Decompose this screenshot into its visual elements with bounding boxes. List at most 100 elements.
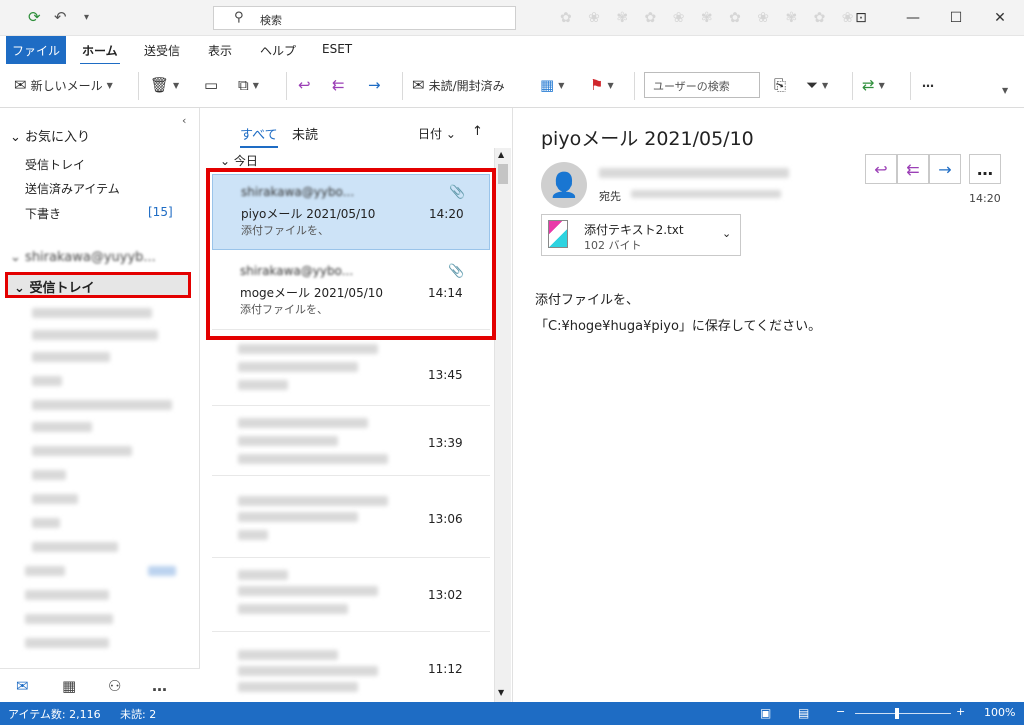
chevron-down-icon: ▼: [1002, 86, 1009, 95]
redacted-folder[interactable]: [25, 566, 65, 576]
search-input[interactable]: ⚲ 検索: [213, 6, 516, 30]
more-apps-icon[interactable]: …: [152, 677, 167, 695]
redacted-folder[interactable]: [32, 422, 92, 432]
message-item[interactable]: 13:06: [212, 488, 490, 558]
redacted-sender[interactable]: [599, 168, 789, 178]
drafts-count: [15]: [148, 205, 173, 219]
collapse-pane-icon[interactable]: ‹: [182, 114, 186, 127]
message-list-scrollbar[interactable]: ▲ ▼: [494, 148, 511, 702]
collapse-ribbon-button[interactable]: ▼: [1002, 86, 1008, 95]
sync-icon[interactable]: ⟳: [28, 8, 41, 26]
redacted-count: [148, 566, 176, 576]
sort-by-date[interactable]: 日付 ⌄: [418, 125, 456, 142]
zoom-in-icon[interactable]: +: [956, 705, 965, 718]
tab-unread[interactable]: 未読: [292, 124, 318, 143]
more-commands-button[interactable]: …: [922, 76, 934, 90]
reply-all-button[interactable]: ⇇: [332, 76, 345, 94]
categorize-button[interactable]: ▦ ▼: [540, 76, 564, 94]
redacted-text: [238, 650, 338, 660]
tab-view[interactable]: 表示: [206, 42, 234, 59]
maximize-button[interactable]: ☐: [936, 0, 976, 36]
redacted-folder[interactable]: [25, 638, 109, 648]
user-search-input[interactable]: ユーザーの検索: [644, 72, 760, 98]
redacted-folder[interactable]: [25, 614, 113, 624]
quick-access-dropdown-icon[interactable]: ▾: [84, 12, 89, 23]
title-bar: ⟳ ↶ ▾ ⚲ 検索 ✿ ❀ ✾ ✿ ❀ ✾ ✿ ❀ ✾ ✿ ❀ ⊡ — ☐ ✕: [0, 0, 1024, 36]
reply-icon: ↩: [874, 159, 888, 179]
sidebar-item-drafts[interactable]: 下書き: [25, 205, 61, 222]
message-item[interactable]: 13:02: [212, 562, 490, 632]
scroll-thumb[interactable]: [498, 164, 508, 184]
redacted-folder[interactable]: [32, 400, 172, 410]
close-button[interactable]: ✕: [980, 0, 1020, 36]
highlight-box: [206, 168, 496, 340]
message-time: 14:20: [969, 192, 1001, 205]
chevron-down-icon: ⌄: [10, 130, 21, 145]
minimize-button[interactable]: —: [893, 0, 933, 36]
sort-direction-icon[interactable]: ↑: [472, 124, 483, 139]
account-header[interactable]: ⌄ shirakawa@yuyyb...: [10, 250, 156, 265]
zoom-slider[interactable]: [855, 713, 951, 714]
sidebar-item-sent[interactable]: 送信済みアイテム: [25, 180, 120, 197]
tab-eset[interactable]: ESET: [320, 42, 354, 56]
archive-button[interactable]: ▭: [204, 76, 218, 94]
scroll-up-icon[interactable]: ▲: [498, 150, 504, 159]
redacted-folder[interactable]: [32, 446, 132, 456]
favorites-header[interactable]: ⌄ お気に入り: [10, 126, 90, 145]
redacted-folder[interactable]: [32, 470, 66, 480]
zoom-out-icon[interactable]: −: [836, 705, 845, 718]
reply-all-button[interactable]: ⇇: [897, 154, 929, 184]
normal-view-icon[interactable]: ▣: [760, 706, 771, 720]
people-icon[interactable]: ⚇: [108, 677, 121, 695]
delete-button[interactable]: 🗑 ▼: [150, 76, 179, 94]
chevron-down-icon[interactable]: ⌄: [722, 227, 731, 240]
address-book-button[interactable]: ⎘: [774, 76, 786, 94]
sidebar-item-inbox[interactable]: 受信トレイ: [25, 156, 85, 173]
calendar-icon[interactable]: ▦: [62, 677, 76, 695]
redacted-folder[interactable]: [25, 590, 109, 600]
flag-icon: ⚑: [590, 76, 604, 94]
redacted-text: [238, 344, 378, 354]
redacted-folder[interactable]: [32, 494, 78, 504]
undo-icon[interactable]: ↶: [54, 8, 67, 26]
redacted-folder[interactable]: [32, 352, 110, 362]
redacted-folder[interactable]: [32, 542, 118, 552]
message-item[interactable]: 13:39: [212, 406, 490, 476]
tab-help[interactable]: ヘルプ: [258, 42, 298, 59]
translate-icon: ⇄: [862, 76, 875, 94]
unread-read-button[interactable]: ✉ 未読/開封済み: [412, 76, 505, 94]
move-button[interactable]: ⧉ ▼: [238, 76, 259, 94]
filter-button[interactable]: ⏷ ▼: [806, 76, 828, 94]
message-item[interactable]: 13:45: [212, 336, 490, 406]
translate-button[interactable]: ⇄ ▼: [862, 76, 885, 94]
reply-button[interactable]: ↩: [865, 154, 897, 184]
ribbon-display-options-icon[interactable]: ⊡: [841, 0, 881, 36]
new-mail-button[interactable]: ✉ 新しいメール ▼: [14, 76, 113, 94]
ribbon: ✉ 新しいメール ▼ 🗑 ▼ ▭ ⧉ ▼ ↩ ⇇ → ✉ 未読/開封済み ▦ ▼…: [0, 64, 1024, 108]
chevron-down-icon: ⌄: [10, 250, 21, 265]
mail-icon[interactable]: ✉: [16, 677, 29, 695]
tab-file[interactable]: ファイル: [6, 36, 66, 64]
module-switcher: ✉ ▦ ⚇ …: [0, 668, 200, 702]
tab-home[interactable]: ホーム: [80, 42, 120, 66]
account-inbox-selected[interactable]: ⌄ 受信トレイ: [5, 272, 191, 298]
redacted-recipient[interactable]: [631, 190, 781, 198]
attachment-card[interactable]: 添付テキスト2.txt 102 バイト ⌄: [541, 214, 741, 256]
sender-avatar: 👤: [541, 162, 587, 208]
redacted-folder[interactable]: [32, 376, 62, 386]
forward-button[interactable]: →: [929, 154, 961, 184]
forward-button[interactable]: →: [368, 76, 381, 94]
message-item[interactable]: 11:12: [212, 640, 490, 702]
reading-view-icon[interactable]: ▤: [798, 706, 809, 720]
scroll-down-icon[interactable]: ▼: [498, 688, 504, 697]
tab-all[interactable]: すべて: [240, 124, 278, 148]
tab-send-receive[interactable]: 送受信: [142, 42, 182, 59]
reply-button[interactable]: ↩: [298, 76, 311, 94]
redacted-folder[interactable]: [32, 308, 152, 318]
more-actions-button[interactable]: …: [969, 154, 1001, 184]
group-header-today[interactable]: ⌄ 今日: [220, 152, 258, 169]
redacted-folder[interactable]: [32, 518, 60, 528]
flag-button[interactable]: ⚑ ▼: [590, 76, 614, 94]
zoom-thumb[interactable]: [895, 708, 899, 719]
redacted-folder[interactable]: [32, 330, 158, 340]
